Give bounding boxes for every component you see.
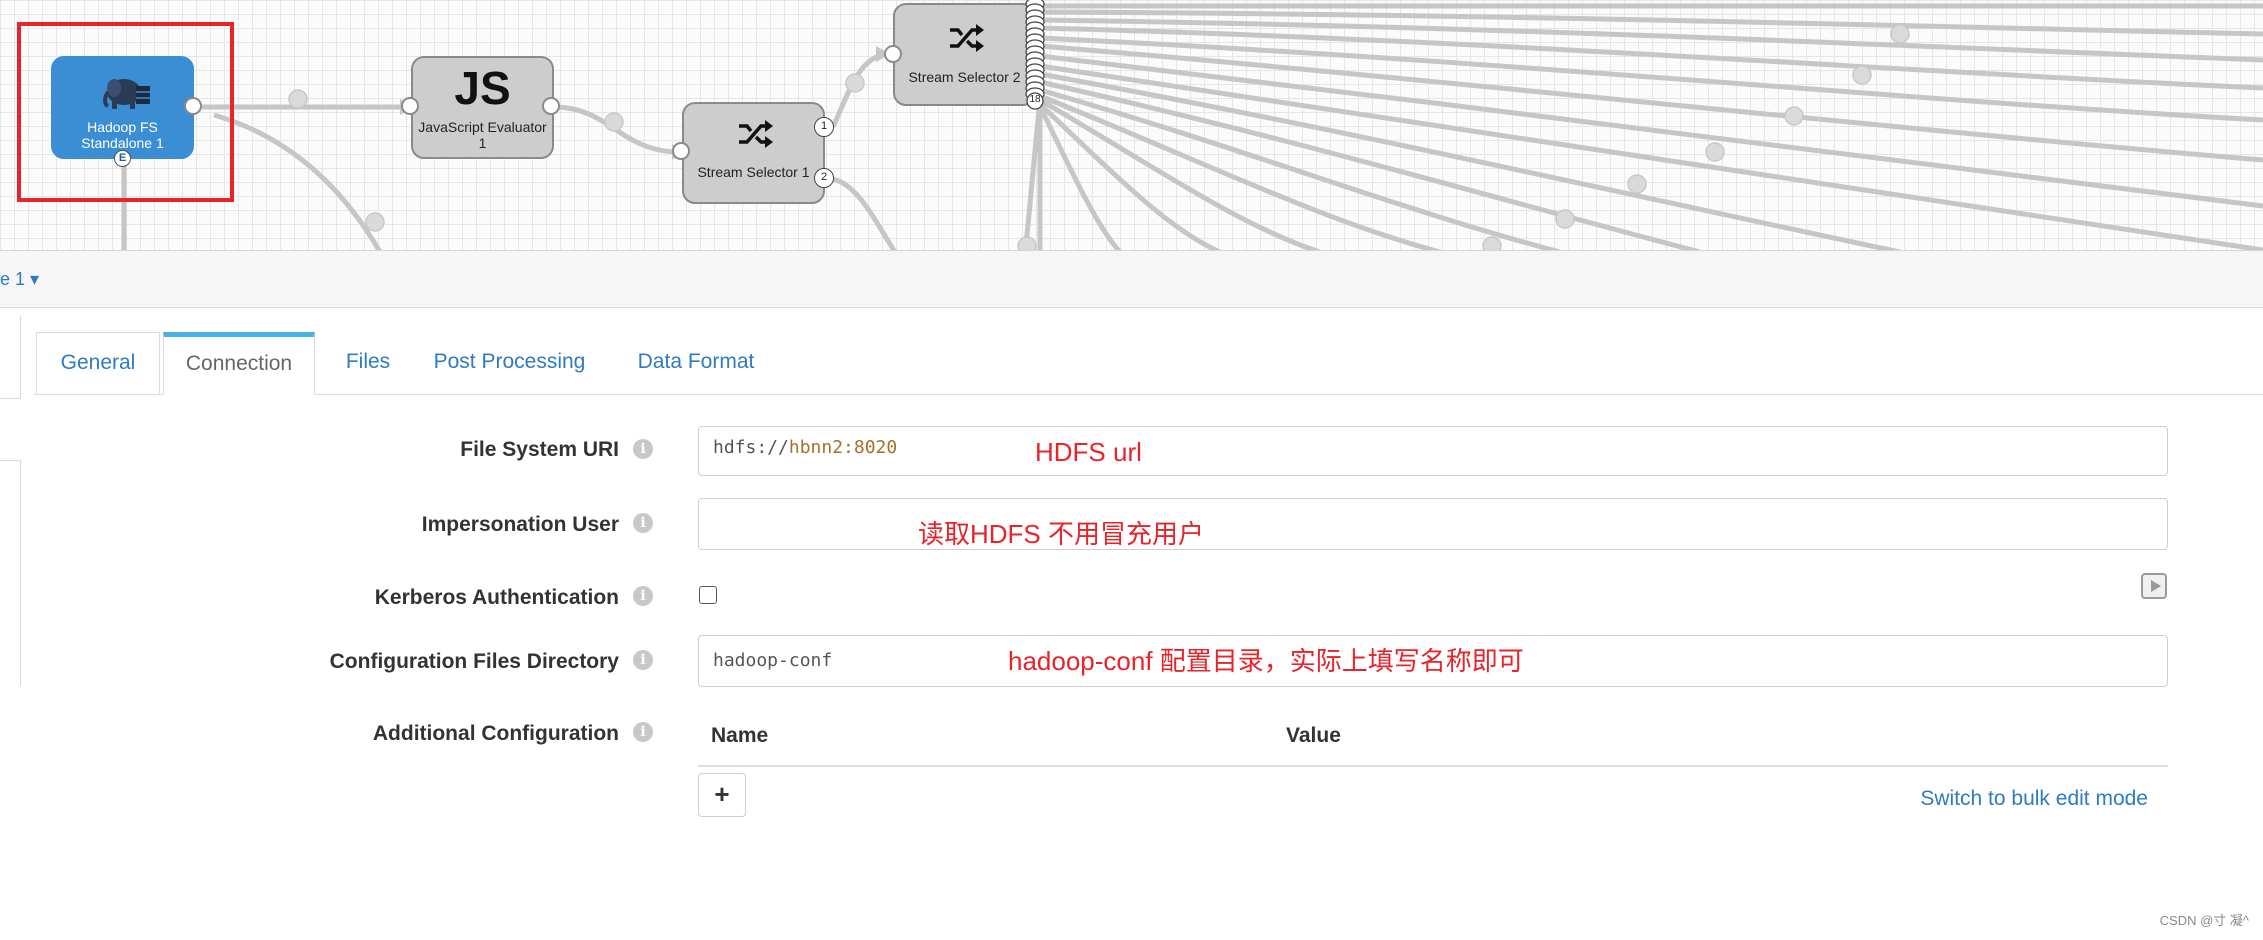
pipeline-canvas[interactable]: Hadoop FS Standalone 1 E JS JavaScript E… xyxy=(0,0,2263,251)
left-panel xyxy=(0,316,21,399)
watermark: CSDN @寸 凝^ xyxy=(2159,913,2249,928)
output-port[interactable] xyxy=(542,97,560,115)
stage-stream-selector-2[interactable]: Stream Selector 2 xyxy=(893,3,1036,106)
stage-javascript-evaluator[interactable]: JS JavaScript Evaluator 1 xyxy=(411,56,554,159)
shuffle-icon xyxy=(950,24,984,52)
js-icon: JS xyxy=(454,62,511,114)
output-port-1[interactable]: 1 xyxy=(814,117,834,137)
fs-uri-label: File System URI xyxy=(460,438,619,461)
info-icon[interactable]: i xyxy=(633,513,653,533)
stage-dropdown[interactable]: e 1 ▾ xyxy=(0,269,39,290)
tab-general[interactable]: General xyxy=(36,332,160,394)
fs-uri-input[interactable]: hdfs://hbnn2:8020 xyxy=(698,426,2168,476)
additional-config-label: Additional Configuration xyxy=(372,722,619,745)
info-icon[interactable]: i xyxy=(633,650,653,670)
output-port-2[interactable]: 2 xyxy=(814,168,834,188)
stage-title: JavaScript Evaluator 1 xyxy=(418,119,547,151)
info-icon[interactable]: i xyxy=(633,439,653,459)
stage-selector-bar: e 1 ▾ xyxy=(0,251,2263,308)
info-icon[interactable]: i xyxy=(633,586,653,606)
add-row-button[interactable]: + xyxy=(698,773,746,817)
kerberos-checkbox[interactable] xyxy=(699,586,717,604)
tab-data-format[interactable]: Data Format xyxy=(626,332,766,394)
additional-config-table-header: Name Value xyxy=(698,705,2168,767)
shuffle-icon xyxy=(739,120,773,148)
pipeline-links xyxy=(121,3,2263,250)
kerberos-label: Kerberos Authentication xyxy=(374,586,619,609)
stage-title: Stream Selector 1 xyxy=(697,164,810,180)
expand-editor-icon[interactable] xyxy=(2141,573,2167,599)
column-name: Name xyxy=(711,724,769,747)
annotation-impersonation: 读取HDFS 不用冒充用户 xyxy=(918,519,1205,549)
annotation-hdfs-url: HDFS url xyxy=(1035,437,1142,467)
tab-files[interactable]: Files xyxy=(328,332,408,394)
output-port-18[interactable]: 18 xyxy=(1024,94,1046,105)
impersonation-label: Impersonation User xyxy=(421,513,619,536)
column-value: Value xyxy=(1286,724,1341,747)
info-icon[interactable]: i xyxy=(633,722,653,742)
input-port[interactable] xyxy=(401,97,419,115)
input-port[interactable] xyxy=(884,45,902,63)
stage-title: Stream Selector 2 xyxy=(908,69,1021,85)
annotation-config-dir: hadoop-conf 配置目录，实际上填写名称即可 xyxy=(1008,646,1524,676)
output-port-stack[interactable]: 18 xyxy=(1024,0,1046,110)
selection-highlight xyxy=(17,22,234,202)
fs-uri-scheme: hdfs:// xyxy=(713,437,789,458)
config-tabs: General Connection Files Post Processing… xyxy=(34,332,2263,395)
stage-stream-selector-1[interactable]: Stream Selector 1 xyxy=(682,102,825,204)
input-port[interactable] xyxy=(672,142,690,160)
left-panel-lower xyxy=(0,460,21,686)
tab-post-processing[interactable]: Post Processing xyxy=(422,332,597,394)
tab-connection[interactable]: Connection xyxy=(163,332,315,395)
bulk-edit-link[interactable]: Switch to bulk edit mode xyxy=(1920,787,2148,811)
config-dir-label: Configuration Files Directory xyxy=(329,650,619,673)
fs-uri-host: hbnn2:8020 xyxy=(788,437,898,458)
